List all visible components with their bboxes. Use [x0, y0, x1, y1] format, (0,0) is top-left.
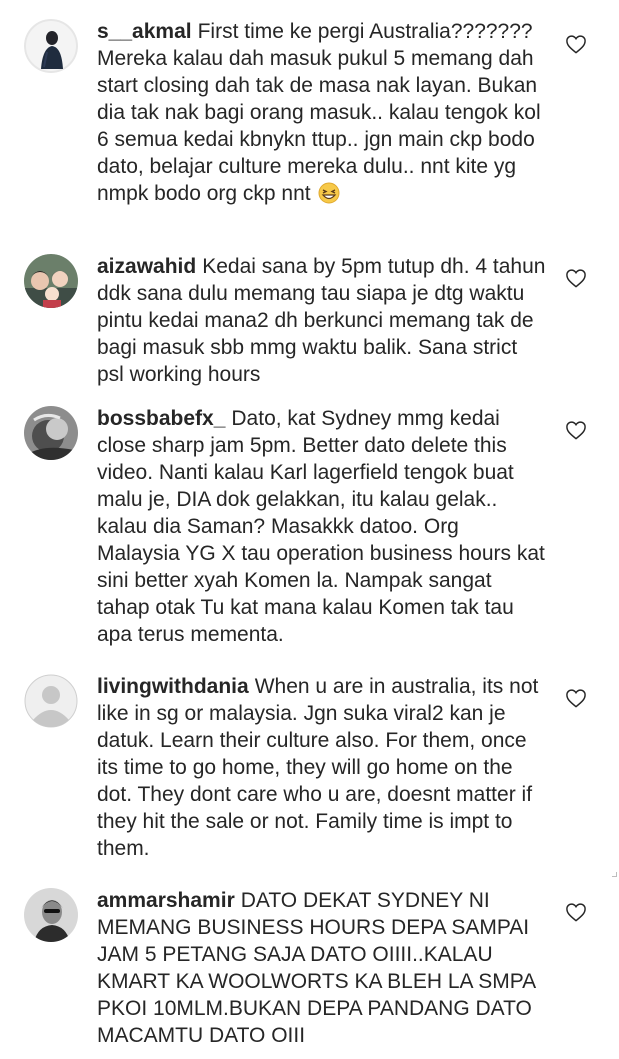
heart-outline-icon[interactable]: [565, 688, 587, 708]
comment-username[interactable]: s__akmal: [97, 20, 192, 43]
comment-username[interactable]: bossbabefx_: [97, 407, 225, 430]
avatar[interactable]: [24, 406, 78, 460]
avatar[interactable]: [24, 674, 78, 728]
default-avatar-icon: [24, 674, 78, 728]
heart-outline-icon[interactable]: [565, 268, 587, 288]
scroll-edge-mark: [612, 872, 617, 877]
comment-username[interactable]: livingwithdania: [97, 675, 249, 698]
comment-username[interactable]: aizawahid: [97, 255, 196, 278]
comment-username[interactable]: ammarshamir: [97, 889, 235, 912]
heart-outline-icon[interactable]: [565, 420, 587, 440]
grinning-squinting-face-icon: [318, 182, 340, 204]
comment-body: Dato, kat Sydney mmg kedai close sharp j…: [97, 407, 545, 646]
avatar-image: [24, 254, 78, 308]
avatar[interactable]: [24, 888, 78, 942]
comment-body: When u are in australia, its not like in…: [97, 675, 539, 860]
comment-text: aizawahid Kedai sana by 5pm tutup dh. 4 t…: [97, 253, 547, 388]
comment-body: DATO DEKAT SYDNEY NI MEMANG BUSINESS HOU…: [97, 889, 536, 1047]
comment-text: livingwithdania When u are in australia, …: [97, 673, 547, 862]
comment-text: bossbabefx_ Dato, kat Sydney mmg kedai cl…: [97, 405, 547, 648]
heart-outline-icon[interactable]: [565, 34, 587, 54]
comment-body: First time ke pergi Australia??????? Mer…: [97, 20, 541, 205]
avatar[interactable]: [24, 19, 78, 73]
avatar-image: [24, 888, 78, 942]
avatar-image: [24, 19, 78, 73]
avatar-image: [24, 406, 78, 460]
comment-text: ammarshamir DATO DEKAT SYDNEY NI MEMANG B…: [97, 887, 547, 1049]
comment-text: s__akmal First time ke pergi Australia???…: [97, 18, 547, 207]
avatar[interactable]: [24, 254, 78, 308]
heart-outline-icon[interactable]: [565, 902, 587, 922]
